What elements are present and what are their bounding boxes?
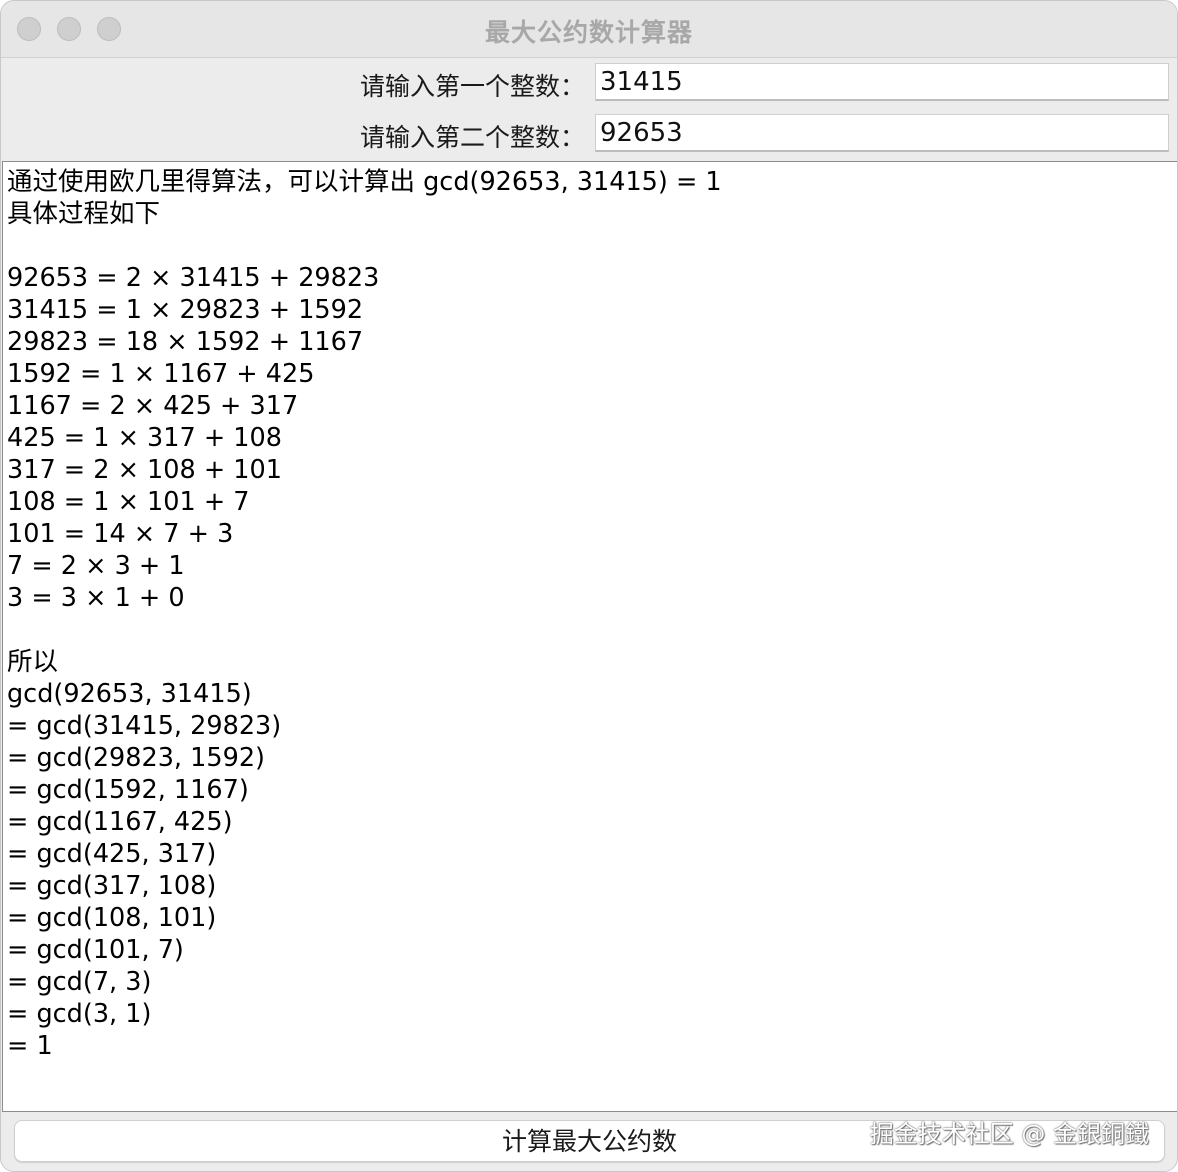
result-line: 29823 = 18 × 1592 + 1167 — [7, 327, 364, 357]
result-line: = gcd(108, 101) — [7, 903, 217, 933]
result-line: = gcd(425, 317) — [7, 839, 217, 869]
result-line: 101 = 14 × 7 + 3 — [7, 519, 234, 549]
title-bar[interactable]: 最大公约数计算器 — [1, 1, 1177, 58]
calculate-gcd-button[interactable]: 计算最大公约数 — [14, 1120, 1165, 1162]
result-line: 31415 = 1 × 29823 + 1592 — [7, 295, 364, 325]
result-line: 108 = 1 × 101 + 7 — [7, 487, 250, 517]
result-line: = gcd(1592, 1167) — [7, 775, 249, 805]
result-line — [7, 230, 1173, 262]
result-line: 所以 — [7, 647, 59, 677]
result-text-area[interactable]: 通过使用欧几里得算法，可以计算出 gcd(92653, 31415) = 1 具体… — [2, 161, 1177, 1112]
result-line: 3 = 3 × 1 + 0 — [7, 583, 185, 613]
first-integer-label: 请输入第一个整数： — [359, 72, 585, 101]
result-line: = gcd(31415, 29823) — [7, 711, 282, 741]
second-integer-row: 请输入第二个整数： — [1, 114, 1177, 156]
result-line: = gcd(101, 7) — [7, 935, 184, 965]
app-window: 最大公约数计算器 请输入第一个整数： 请输入第二个整数： 通过使用欧几里得算法，… — [0, 0, 1178, 1172]
bottom-bar: 计算最大公约数 — [1, 1112, 1177, 1171]
result-line: 1167 = 2 × 425 + 317 — [7, 391, 299, 421]
result-line: 通过使用欧几里得算法，可以计算出 gcd(92653, 31415) = 1 — [7, 167, 722, 197]
second-integer-label: 请输入第二个整数： — [359, 123, 585, 152]
first-integer-row: 请输入第一个整数： — [1, 63, 1177, 105]
result-line — [7, 614, 1173, 646]
result-line: 7 = 2 × 3 + 1 — [7, 551, 185, 581]
second-integer-input[interactable] — [595, 114, 1169, 152]
result-line: = gcd(317, 108) — [7, 871, 217, 901]
result-line: = gcd(7, 3) — [7, 967, 152, 997]
result-line: 92653 = 2 × 31415 + 29823 — [7, 263, 380, 293]
result-line: 具体过程如下 — [7, 199, 161, 229]
result-line: = 1 — [7, 1031, 53, 1061]
result-line: gcd(92653, 31415) — [7, 679, 252, 709]
result-line: 1592 = 1 × 1167 + 425 — [7, 359, 315, 389]
window-title: 最大公约数计算器 — [484, 18, 693, 47]
result-line: = gcd(1167, 425) — [7, 807, 233, 837]
result-line: = gcd(29823, 1592) — [7, 743, 265, 773]
result-line: 425 = 1 × 317 + 108 — [7, 423, 282, 453]
first-integer-input[interactable] — [595, 63, 1169, 101]
result-line: 317 = 2 × 108 + 101 — [7, 455, 282, 485]
result-line: = gcd(3, 1) — [7, 999, 152, 1029]
